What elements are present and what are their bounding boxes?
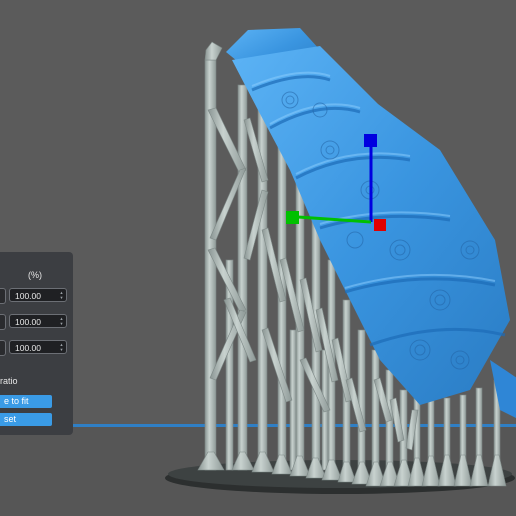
spin-arrows-icon[interactable]: ▲ ▼ (59, 316, 64, 327)
reset-button[interactable]: set (0, 413, 52, 426)
z-axis-handle[interactable] (364, 134, 377, 147)
y-axis-handle[interactable] (286, 211, 299, 224)
scale-z-mm-field[interactable] (0, 340, 6, 356)
scale-y-percent-value: 100.00 (15, 317, 41, 327)
spin-arrows-icon[interactable]: ▲ ▼ (59, 342, 64, 353)
keep-ratio-label[interactable]: ratio (0, 376, 18, 386)
scale-x-mm-field[interactable] (0, 288, 6, 304)
scale-x-percent-field[interactable]: 100.00 ▲ ▼ (9, 288, 67, 302)
scale-z-percent-field[interactable]: 100.00 ▲ ▼ (9, 340, 67, 354)
3d-viewport[interactable] (0, 0, 516, 516)
scale-x-percent-value: 100.00 (15, 291, 41, 301)
spin-arrows-icon[interactable]: ▲ ▼ (59, 290, 64, 301)
percent-column-header: (%) (28, 270, 42, 280)
model-mesh[interactable] (226, 28, 516, 420)
scale-y-mm-field[interactable] (0, 314, 6, 330)
scale-z-percent-value: 100.00 (15, 343, 41, 353)
scale-y-percent-field[interactable]: 100.00 ▲ ▼ (9, 314, 67, 328)
scale-to-fit-button[interactable]: e to fit (0, 395, 52, 408)
scale-tool-panel: (%) 100.00 ▲ ▼ 100.00 ▲ ▼ 100.00 ▲ ▼ ratio … (0, 252, 73, 435)
x-axis-handle[interactable] (374, 219, 386, 231)
